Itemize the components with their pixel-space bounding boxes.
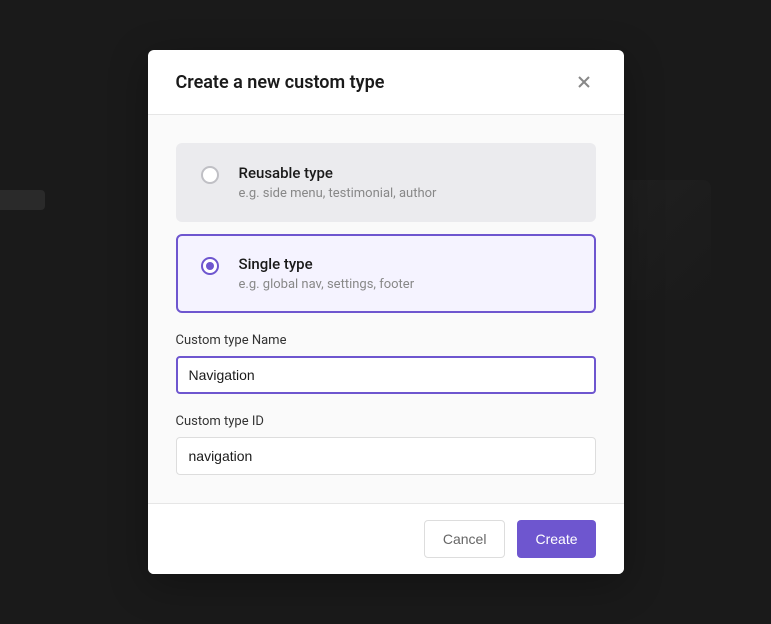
type-option-single[interactable]: Single type e.g. global nav, settings, f… xyxy=(176,234,596,313)
create-button[interactable]: Create xyxy=(517,520,595,558)
backdrop-sidebar-item xyxy=(0,190,45,210)
radio-dot-icon xyxy=(206,262,214,270)
modal-footer: Cancel Create xyxy=(148,503,624,574)
radio-reusable[interactable] xyxy=(201,166,219,184)
id-label: Custom type ID xyxy=(176,414,596,429)
modal-header: Create a new custom type xyxy=(148,50,624,115)
radio-single[interactable] xyxy=(201,257,219,275)
type-option-reusable[interactable]: Reusable type e.g. side menu, testimonia… xyxy=(176,143,596,222)
close-icon xyxy=(576,74,592,90)
form-group-id: Custom type ID xyxy=(176,414,596,475)
cancel-button[interactable]: Cancel xyxy=(424,520,506,558)
type-title-reusable: Reusable type xyxy=(239,164,571,182)
modal-title: Create a new custom type xyxy=(176,72,385,93)
type-title-single: Single type xyxy=(239,255,571,273)
name-input[interactable] xyxy=(176,356,596,394)
type-content: Single type e.g. global nav, settings, f… xyxy=(239,255,571,292)
create-custom-type-modal: Create a new custom type Reusable type e… xyxy=(148,50,624,574)
id-input[interactable] xyxy=(176,437,596,475)
name-label: Custom type Name xyxy=(176,333,596,348)
form-group-name: Custom type Name xyxy=(176,333,596,394)
type-description-reusable: e.g. side menu, testimonial, author xyxy=(239,186,571,201)
modal-body: Reusable type e.g. side menu, testimonia… xyxy=(148,115,624,503)
close-button[interactable] xyxy=(572,70,596,94)
type-description-single: e.g. global nav, settings, footer xyxy=(239,277,571,292)
type-content: Reusable type e.g. side menu, testimonia… xyxy=(239,164,571,201)
